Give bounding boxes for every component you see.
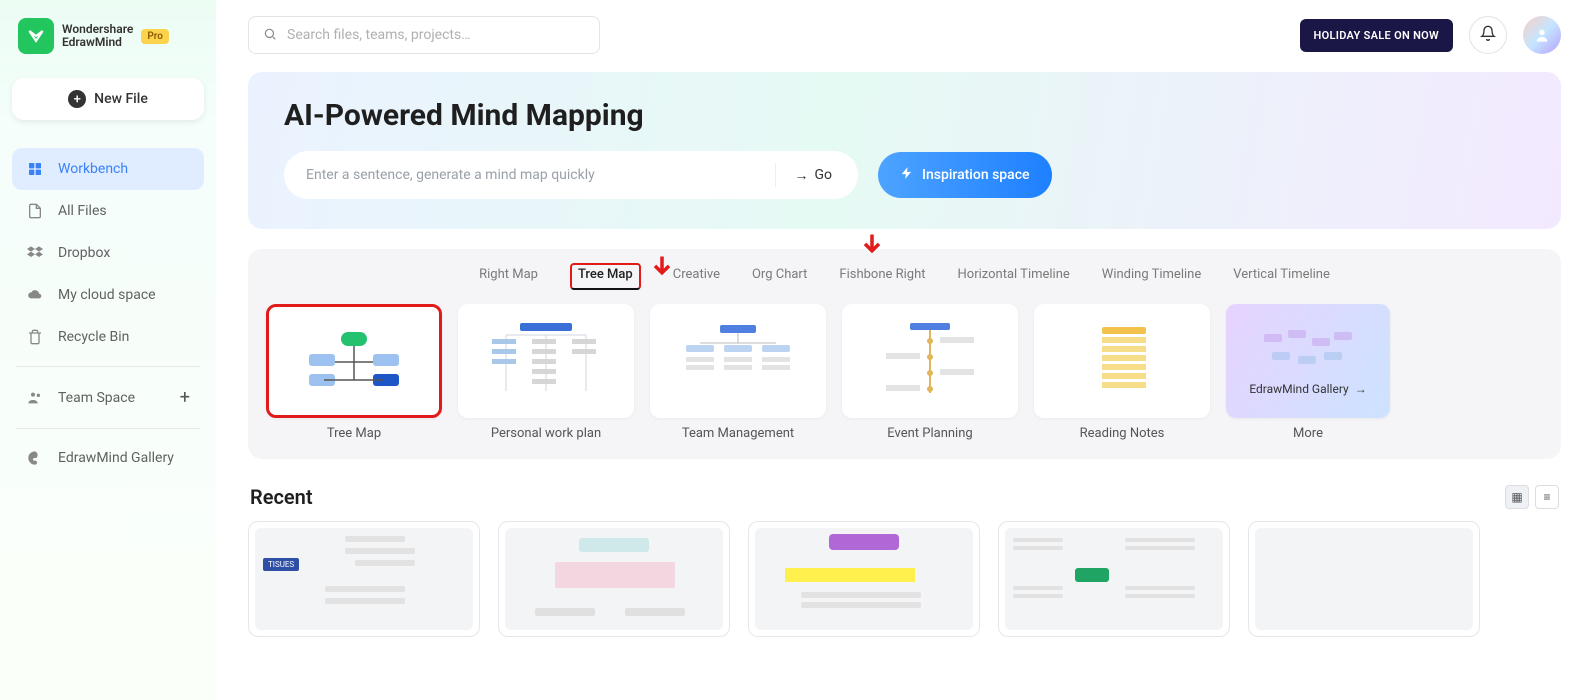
brand-logo: Wondershare EdrawMind Pro xyxy=(12,18,204,54)
recent-item[interactable] xyxy=(998,521,1230,637)
plus-circle-icon: + xyxy=(68,90,86,108)
template-section: Right Map Tree Map Creative Org Chart Fi… xyxy=(248,249,1561,459)
sidebar-item-label: All Files xyxy=(58,203,107,219)
template-card-personal-plan[interactable] xyxy=(458,304,634,418)
grid-view-button[interactable]: ▦ xyxy=(1505,485,1529,509)
recent-item[interactable] xyxy=(1248,521,1480,637)
annotation-arrow-icon xyxy=(858,231,886,263)
notifications-button[interactable] xyxy=(1469,16,1507,54)
template-cards: Tree Map Personal work plan xyxy=(266,304,1543,441)
search-icon xyxy=(263,26,277,45)
go-button[interactable]: → Go xyxy=(775,163,850,187)
recent-header: Recent ▦ ≡ xyxy=(248,485,1561,509)
template-card-gallery[interactable]: EdrawMind Gallery → xyxy=(1226,304,1390,418)
trash-icon xyxy=(26,328,44,346)
template-tabs: Right Map Tree Map Creative Org Chart Fi… xyxy=(266,263,1543,290)
tab-creative[interactable]: Creative xyxy=(673,263,720,290)
sidebar-item-gallery[interactable]: EdrawMind Gallery xyxy=(12,437,204,479)
template-label: Tree Map xyxy=(327,426,381,441)
cloud-icon xyxy=(26,286,44,304)
sidebar-item-dropbox[interactable]: Dropbox xyxy=(12,232,204,274)
sidebar-item-label: My cloud space xyxy=(58,287,156,303)
divider xyxy=(16,366,200,367)
list-view-button[interactable]: ≡ xyxy=(1535,485,1559,509)
gallery-card-label: EdrawMind Gallery xyxy=(1249,382,1348,396)
tab-winding-timeline[interactable]: Winding Timeline xyxy=(1102,263,1201,290)
template-label: Reading Notes xyxy=(1080,426,1165,441)
tab-horizontal-timeline[interactable]: Horizontal Timeline xyxy=(958,263,1070,290)
sidebar-item-all-files[interactable]: All Files xyxy=(12,190,204,232)
sidebar-item-cloud[interactable]: My cloud space xyxy=(12,274,204,316)
template-card-reading-notes[interactable] xyxy=(1034,304,1210,418)
hero-title: AI-Powered Mind Mapping xyxy=(284,98,1525,133)
brand-text: Wondershare EdrawMind xyxy=(62,23,133,49)
recent-grid: TISUES xyxy=(248,521,1561,637)
template-card-wrap: EdrawMind Gallery → More xyxy=(1226,304,1390,441)
sidebar-item-label: Team Space xyxy=(58,390,135,406)
file-icon xyxy=(26,202,44,220)
divider xyxy=(16,428,200,429)
search-box[interactable] xyxy=(248,16,600,54)
sale-button[interactable]: HOLIDAY SALE ON NOW xyxy=(1300,19,1453,52)
tab-tree-map[interactable]: Tree Map xyxy=(570,263,641,290)
template-card-wrap: Personal work plan xyxy=(458,304,634,441)
palette-icon xyxy=(26,449,44,467)
template-card-wrap: Team Management xyxy=(650,304,826,441)
generate-box[interactable]: → Go xyxy=(284,151,858,199)
list-icon: ≡ xyxy=(1543,490,1550,504)
inspiration-label: Inspiration space xyxy=(922,167,1030,183)
template-card-wrap: Reading Notes xyxy=(1034,304,1210,441)
dropbox-icon xyxy=(26,244,44,262)
main: HOLIDAY SALE ON NOW AI-Powered Mind Mapp… xyxy=(216,0,1593,700)
template-card-team-management[interactable] xyxy=(650,304,826,418)
recent-item[interactable] xyxy=(498,521,730,637)
recent-item[interactable] xyxy=(748,521,980,637)
view-toggle: ▦ ≡ xyxy=(1505,485,1559,509)
recent-item[interactable]: TISUES xyxy=(248,521,480,637)
template-card-wrap: Event Planning xyxy=(842,304,1018,441)
template-label: Event Planning xyxy=(887,426,972,441)
template-label: More xyxy=(1293,426,1323,441)
team-icon xyxy=(26,389,44,407)
sidebar-item-label: Recycle Bin xyxy=(58,329,129,345)
inspiration-button[interactable]: Inspiration space xyxy=(878,152,1052,198)
hero: AI-Powered Mind Mapping → Go Inspiration… xyxy=(248,72,1561,229)
logo-icon xyxy=(18,18,54,54)
sidebar-item-recycle[interactable]: Recycle Bin xyxy=(12,316,204,358)
sidebar-item-label: Dropbox xyxy=(58,245,110,261)
bell-icon xyxy=(1480,25,1496,45)
search-input[interactable] xyxy=(287,27,585,43)
tab-fishbone[interactable]: Fishbone Right xyxy=(839,263,925,290)
brand-line2: EdrawMind xyxy=(62,36,133,49)
tab-right-map[interactable]: Right Map xyxy=(479,263,538,290)
hero-row: → Go Inspiration space xyxy=(284,151,1525,199)
grid-icon xyxy=(26,160,44,178)
sidebar-item-label: EdrawMind Gallery xyxy=(58,450,174,466)
thumb-tag: TISUES xyxy=(263,558,299,571)
avatar[interactable] xyxy=(1523,16,1561,54)
grid-icon: ▦ xyxy=(1511,490,1522,504)
sidebar: Wondershare EdrawMind Pro + New File Wor… xyxy=(0,0,216,700)
template-card-event-planning[interactable] xyxy=(842,304,1018,418)
template-card-wrap: Tree Map xyxy=(266,304,442,441)
topbar: HOLIDAY SALE ON NOW xyxy=(248,16,1561,54)
pro-badge: Pro xyxy=(141,29,169,44)
plus-icon[interactable]: + xyxy=(180,387,190,408)
new-file-label: New File xyxy=(94,91,148,107)
sidebar-item-workbench[interactable]: Workbench xyxy=(12,148,204,190)
template-label: Personal work plan xyxy=(491,426,601,441)
go-label: Go xyxy=(814,167,832,183)
new-file-button[interactable]: + New File xyxy=(12,78,204,120)
sidebar-item-label: Workbench xyxy=(58,161,128,177)
generate-input[interactable] xyxy=(306,167,775,183)
recent-title: Recent xyxy=(250,485,313,509)
template-card-tree-map[interactable] xyxy=(266,304,442,418)
arrow-right-icon: → xyxy=(1355,382,1367,396)
bolt-icon xyxy=(900,166,914,184)
tab-org-chart[interactable]: Org Chart xyxy=(752,263,807,290)
template-label: Team Management xyxy=(682,426,794,441)
sidebar-item-team-space[interactable]: Team Space + xyxy=(12,375,204,420)
arrow-right-icon: → xyxy=(794,167,808,184)
tab-vertical-timeline[interactable]: Vertical Timeline xyxy=(1233,263,1330,290)
